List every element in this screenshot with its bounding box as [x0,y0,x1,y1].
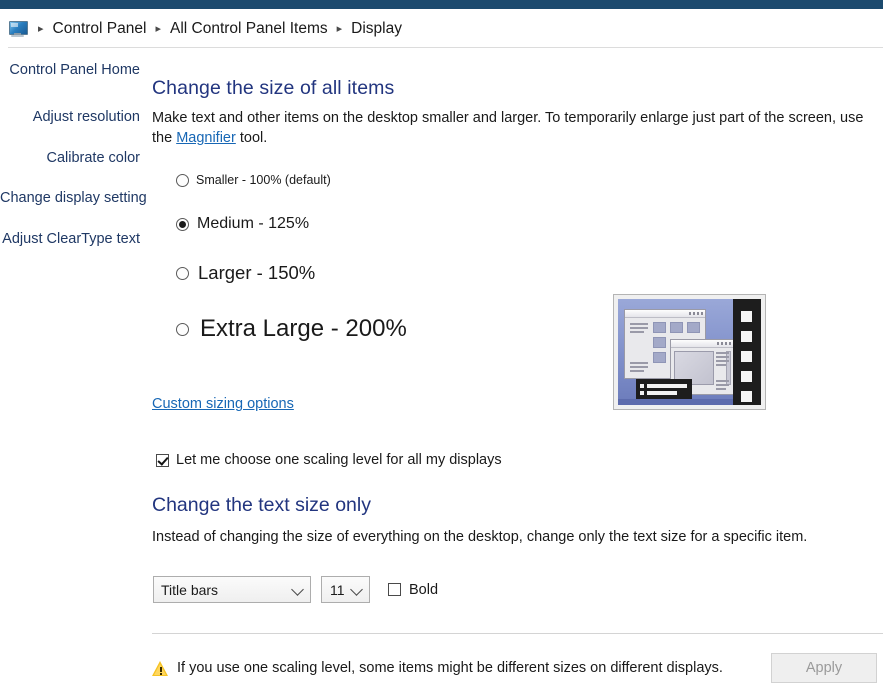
text-item-select[interactable]: Title bars [153,576,311,603]
display-monitor-icon [8,20,28,38]
radio-option-larger[interactable]: Larger - 150% [176,264,315,283]
chevron-down-icon [350,582,363,596]
sidebar-item-change-display-settings[interactable]: Change display settings [0,190,146,207]
radio-larger-label: Larger - 150% [198,262,316,284]
font-size-select[interactable]: 11 [321,576,370,603]
radio-larger-indicator[interactable] [176,266,189,280]
breadcrumb-separator-2: ▸ [336,22,343,35]
magnifier-link[interactable]: Magnifier [176,130,236,146]
text-section-title: Change the text size only [152,494,371,516]
radio-smaller-label: Smaller - 100% (default) [196,173,331,188]
main-content: Change the size of all items Make text a… [152,62,883,603]
warning-triangle-icon [152,660,169,676]
text-item-select-value: Title bars [161,581,219,598]
breadcrumb-divider [8,47,883,48]
preview-side-rail [733,299,761,406]
chevron-down-icon [291,582,304,596]
font-size-select-value: 11 [330,581,345,598]
breadcrumb-item-display[interactable]: Display [348,19,405,39]
scaling-level-checkbox[interactable] [156,453,169,467]
preview-desktop-background [618,299,761,406]
scaling-level-checkbox-label: Let me choose one scaling level for all … [176,452,502,468]
footer-bar: If you use one scaling level, some items… [152,648,883,688]
scaling-options-group: Smaller - 100% (default) Medium - 125% L… [152,170,883,411]
breadcrumb-bar: ▸ Control Panel ▸ All Control Panel Item… [0,12,883,46]
scaling-level-checkbox-row[interactable]: Let me choose one scaling level for all … [156,452,502,468]
apply-button[interactable]: Apply [771,653,877,683]
desktop-preview-thumbnail [613,294,766,411]
breadcrumb-separator-0: ▸ [38,22,44,35]
radio-medium-label: Medium - 125% [197,215,310,233]
window-title-strip [0,0,883,9]
sidebar: Control Panel Home Adjust resolution Cal… [0,62,146,271]
bold-checkbox-label: Bold [409,581,439,598]
sidebar-item-adjust-cleartype-text[interactable]: Adjust ClearType text [0,231,146,248]
bold-checkbox-row[interactable]: Bold [388,582,438,598]
radio-extra-large-indicator[interactable] [176,322,189,336]
footer-warning-text: If you use one scaling level, some items… [177,660,723,676]
radio-option-smaller[interactable]: Smaller - 100% (default) [176,173,331,188]
size-section-title: Change the size of all items [152,77,395,99]
sidebar-item-adjust-resolution[interactable]: Adjust resolution [0,109,146,126]
sidebar-item-control-panel-home[interactable]: Control Panel Home [0,62,146,79]
breadcrumb-item-control-panel[interactable]: Control Panel [50,19,150,39]
breadcrumb-item-all-control-panel-items[interactable]: All Control Panel Items [167,19,331,39]
size-desc-text-2: tool. [235,129,268,146]
preview-dock-strip [618,399,733,406]
radio-option-medium[interactable]: Medium - 125% [176,216,309,232]
text-size-controls: Title bars 11 Bold [153,576,438,603]
text-section-description: Instead of changing the size of everythi… [152,529,808,545]
radio-extra-large-label: Extra Large - 200% [200,315,407,343]
sidebar-item-calibrate-color[interactable]: Calibrate color [0,150,146,167]
bold-checkbox[interactable] [388,583,401,596]
radio-smaller-indicator[interactable] [176,174,189,188]
custom-sizing-options-link[interactable]: Custom sizing options [152,396,294,412]
footer-divider [152,633,883,634]
breadcrumb-separator-1: ▸ [155,22,161,35]
size-section-description: Make text and other items on the desktop… [152,109,872,148]
preview-taskbar [636,379,692,400]
radio-option-extra-large[interactable]: Extra Large - 200% [176,317,407,341]
radio-medium-indicator[interactable] [176,217,189,231]
